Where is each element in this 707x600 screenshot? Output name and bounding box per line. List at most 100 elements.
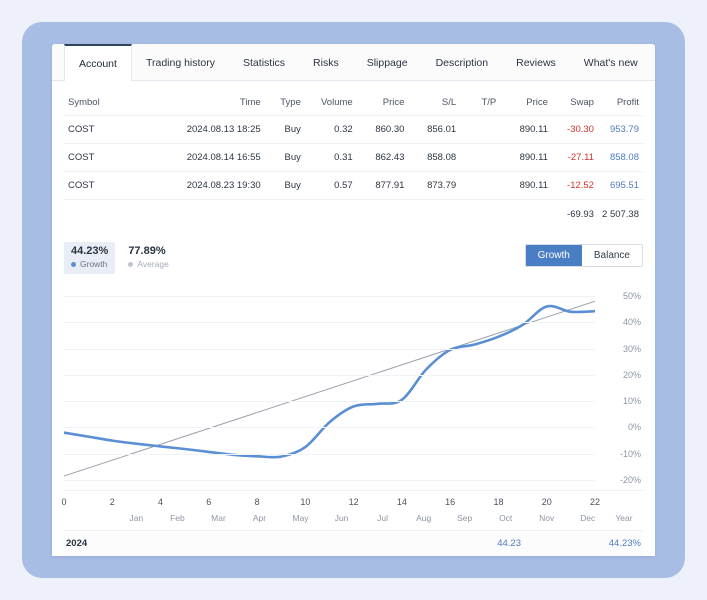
year-value: 44.23 [497,538,521,549]
cell-sl: 858.08 [408,143,461,172]
more-options-icon[interactable]: ••• [652,44,655,80]
tab-statistics[interactable]: Statistics [229,44,299,80]
totals-spacer [64,199,167,228]
cell-time: 2024.08.14 16:55 [166,143,265,172]
tab-bar: Account Trading history Statistics Risks… [52,44,655,81]
cell-price-open: 877.91 [356,171,409,200]
cell-price-close: 890.11 [500,115,552,144]
table-head: Symbol Time Type Volume Price S/L T/P Pr… [64,91,643,116]
cell-symbol: COST [64,115,167,144]
col-symbol[interactable]: Symbol [64,91,167,116]
legend-average-label-wrap: Average [128,258,169,270]
legend-item-growth[interactable]: 44.23% Growth [64,242,116,274]
growth-dot-icon [71,261,76,267]
chart-mode-toggle: Growth Balance [524,244,643,267]
cell-sl: 873.79 [408,171,461,200]
cell-sl: 856.01 [408,115,461,144]
x-axis-tick: 10 [300,497,311,507]
cell-symbol: COST [64,171,167,200]
cell-swap: -27.11 [551,143,598,172]
x-axis-tick: 6 [206,497,212,507]
legend-growth-label-wrap: Growth [71,258,108,270]
x-axis-month: Nov [539,513,555,523]
x-axis-month: Jun [334,513,349,523]
cell-swap: -12.52 [551,171,598,200]
tab-trading-history[interactable]: Trading history [132,44,229,80]
y-axis-tick: 30% [622,343,641,354]
growth-line [64,306,595,457]
legend-item-average[interactable]: 77.89% Average [121,242,176,274]
legend-growth-value: 44.23% [71,245,109,257]
col-sl[interactable]: S/L [408,91,460,116]
year-summary-row[interactable]: 2024 44.23 44.23% [64,530,643,556]
x-axis-month: Year [615,513,633,523]
gridline [64,401,595,403]
toggle-growth-button[interactable]: Growth [525,245,582,266]
cell-time: 2024.08.23 19:30 [166,171,265,200]
col-volume[interactable]: Volume [305,91,357,116]
table-header-row: Symbol Time Type Volume Price S/L T/P Pr… [64,91,643,116]
tab-description[interactable]: Description [422,44,503,80]
col-time[interactable]: Time [167,91,265,116]
gridline [64,480,595,481]
cell-swap: -30.30 [551,115,598,144]
chart-x-axis: 0 2 4 6 8 10 12 14 16 18 20 22 Jan Feb Mar Apr May Jun Jul… [61,490,643,530]
positions-table: Symbol Time Type Volume Price S/L T/P Pr… [64,91,643,228]
col-price-close[interactable]: Price [500,91,552,116]
tab-whats-new[interactable]: What's new [570,44,652,80]
tab-label: Risks [313,57,339,69]
y-axis-tick: 10% [622,396,641,407]
table-row[interactable]: COST 2024.08.13 18:25 Buy 0.32 860.30 85… [64,115,643,144]
cell-volume: 0.57 [304,171,357,200]
tab-reviews[interactable]: Reviews [502,44,570,80]
table-totals-row: -69.93 2 507.38 [64,199,643,228]
chart-y-axis: 50% 40% 30% 20% 10% 0% -10% -20% [597,284,643,490]
growth-chart[interactable]: 50% 40% 30% 20% 10% 0% -10% -20% [64,284,643,490]
cell-type: Buy [264,171,305,200]
tab-label: Trading history [145,57,216,69]
positions-table-container: Symbol Time Type Volume Price S/L T/P Pr… [52,81,655,228]
chart-svg [64,284,595,490]
tab-account[interactable]: Account [64,44,132,81]
tab-slippage[interactable]: Slippage [353,44,422,80]
gridline [64,296,595,297]
y-axis-tick: 0% [627,422,641,433]
cell-profit: 695.51 [597,171,643,200]
col-price-open[interactable]: Price [357,91,409,116]
col-profit[interactable]: Profit [598,91,643,116]
totals-swap: -69.93 [551,199,598,228]
x-axis-month: Jul [377,513,389,523]
tab-risks[interactable]: Risks [299,44,353,80]
x-axis-month: Oct [499,513,513,523]
average-dot-icon [128,261,134,267]
gridline [64,374,595,376]
col-tp[interactable]: T/P [460,91,500,116]
x-axis-month: Dec [580,513,596,523]
y-axis-tick: 20% [622,369,641,380]
gridline [64,453,595,455]
table-row[interactable]: COST 2024.08.14 16:55 Buy 0.31 862.43 85… [64,143,643,172]
x-axis-month: Aug [416,513,432,523]
toggle-balance-button[interactable]: Balance [581,245,642,266]
x-axis-month: Jan [129,513,144,523]
col-swap[interactable]: Swap [552,91,598,116]
x-axis-tick: 0 [61,497,67,507]
x-axis-tick: 12 [348,497,359,507]
table-body: COST 2024.08.13 18:25 Buy 0.32 860.30 85… [64,115,643,228]
chart-header: 44.23% Growth 77.89% Average Growth Bala… [64,242,643,276]
cell-tp [460,143,501,172]
cell-volume: 0.31 [304,143,357,172]
cell-symbol: COST [64,143,167,172]
x-axis-tick: 2 [109,497,115,507]
gridline [64,322,595,324]
col-type[interactable]: Type [265,91,305,116]
cell-volume: 0.32 [304,115,357,144]
x-axis-tick: 14 [396,497,407,507]
cell-type: Buy [264,143,305,172]
x-axis-month: Feb [170,513,185,523]
table-row[interactable]: COST 2024.08.23 19:30 Buy 0.57 877.91 87… [64,171,643,200]
x-axis-tick: 8 [254,497,260,507]
tab-label: What's new [583,57,638,69]
x-axis-tick: 18 [493,497,504,507]
totals-profit: 2 507.38 [597,199,643,228]
